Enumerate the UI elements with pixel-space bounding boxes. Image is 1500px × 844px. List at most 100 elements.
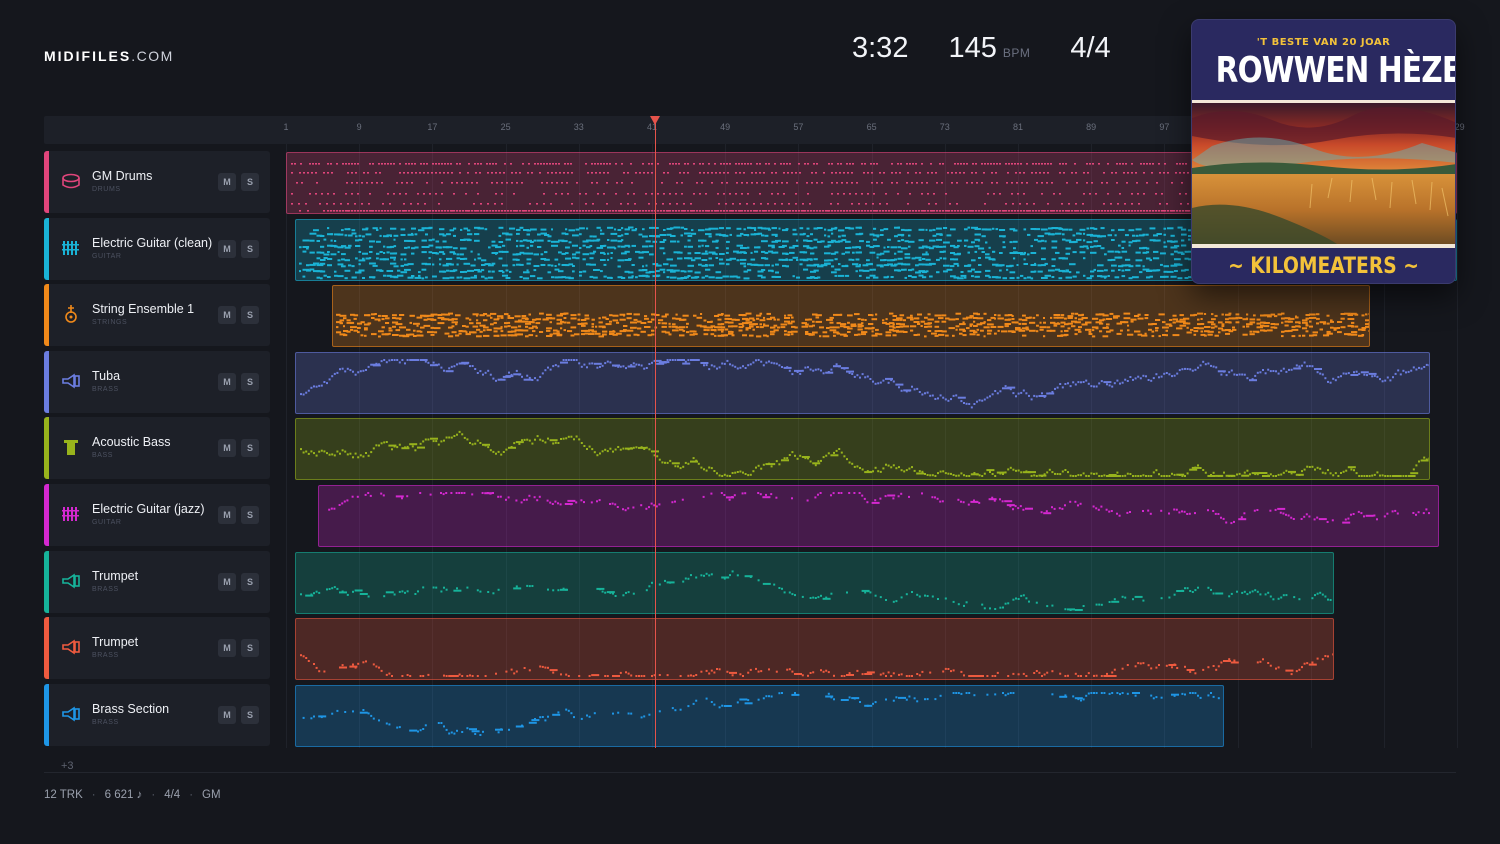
- midi-note: [356, 495, 359, 498]
- midi-note: [913, 470, 916, 473]
- midi-note: [480, 203, 482, 205]
- midi-note: [563, 321, 567, 324]
- midi-note: [920, 325, 923, 328]
- midi-note: [491, 270, 495, 273]
- solo-button[interactable]: S: [241, 506, 259, 524]
- midi-note: [1119, 210, 1122, 212]
- midi-note: [414, 246, 419, 249]
- midi-note: [376, 252, 380, 255]
- midi-note: [1301, 327, 1307, 330]
- midi-note: [380, 359, 383, 362]
- midi-note: [346, 330, 351, 333]
- midi-note: [1105, 326, 1109, 329]
- mute-button[interactable]: M: [218, 439, 236, 458]
- midi-note: [575, 251, 581, 254]
- midi-note: [412, 322, 420, 325]
- midi-note: [432, 238, 435, 241]
- solo-button[interactable]: S: [241, 306, 259, 325]
- track-clip[interactable]: [318, 485, 1439, 547]
- midi-note: [433, 327, 441, 330]
- midi-note: [557, 502, 560, 505]
- midi-note: [986, 319, 992, 322]
- midi-note: [1033, 394, 1036, 397]
- mute-button[interactable]: M: [218, 306, 236, 325]
- midi-note: [1074, 475, 1077, 478]
- track-header[interactable]: GM Drums DRUMS M S: [44, 151, 270, 213]
- midi-note: [1181, 475, 1184, 478]
- midi-note: [1050, 163, 1052, 165]
- midi-note: [773, 463, 776, 466]
- midi-note: [859, 274, 862, 277]
- midi-note: [827, 452, 830, 455]
- midi-note: [635, 172, 637, 174]
- midi-note: [1410, 369, 1413, 372]
- midi-note: [1043, 395, 1046, 398]
- midi-note: [999, 269, 1002, 272]
- track-header[interactable]: Tuba BRASS M S: [44, 350, 270, 413]
- midi-note: [656, 264, 662, 267]
- track-header[interactable]: Electric Guitar (jazz) GUITAR M S: [44, 484, 270, 546]
- midi-note: [703, 326, 707, 329]
- midi-note: [1103, 203, 1105, 205]
- midi-note: [1204, 472, 1207, 475]
- track-clip[interactable]: [295, 418, 1430, 481]
- midi-note: [702, 163, 704, 165]
- midi-note: [1113, 475, 1116, 478]
- midi-note: [476, 371, 479, 374]
- midi-note: [1200, 318, 1203, 321]
- midi-note: [1088, 331, 1092, 334]
- midi-note: [822, 372, 825, 375]
- midi-note: [461, 325, 466, 328]
- track-header[interactable]: Electric Guitar (clean) GUITAR M S: [44, 217, 270, 280]
- midi-note: [1121, 269, 1125, 272]
- midi-note: [825, 455, 828, 458]
- track-clip[interactable]: [331, 285, 1371, 348]
- midi-note: [1329, 472, 1332, 475]
- midi-note: [974, 250, 978, 253]
- mute-button[interactable]: M: [218, 506, 236, 524]
- midi-note: [727, 321, 734, 324]
- midi-note: [369, 239, 376, 242]
- midi-note: [1071, 210, 1074, 212]
- midi-note: [555, 210, 558, 212]
- solo-button[interactable]: S: [241, 372, 259, 391]
- midi-note: [540, 228, 547, 231]
- midi-note: [839, 323, 846, 326]
- midi-note: [1301, 364, 1304, 367]
- midi-note: [861, 193, 863, 195]
- midi-note: [390, 234, 393, 237]
- midi-note: [930, 163, 932, 165]
- midi-note: [687, 358, 690, 361]
- midi-note: [456, 363, 459, 366]
- midi-note: [463, 262, 471, 265]
- midi-note: [594, 210, 597, 212]
- midi-note: [1203, 313, 1206, 316]
- mute-button[interactable]: M: [218, 239, 236, 258]
- midi-note: [559, 321, 564, 324]
- midi-note: [1273, 326, 1278, 329]
- midi-note: [1332, 474, 1335, 477]
- midi-note: [810, 246, 814, 249]
- mute-button[interactable]: M: [218, 173, 236, 191]
- track-header[interactable]: Acoustic Bass BASS M S: [44, 417, 270, 480]
- midi-note: [921, 193, 923, 195]
- solo-button[interactable]: S: [241, 173, 259, 191]
- midi-note: [341, 502, 344, 505]
- mute-button[interactable]: M: [218, 372, 236, 391]
- midi-note: [1030, 398, 1033, 401]
- midi-note: [759, 323, 762, 326]
- solo-button[interactable]: S: [241, 439, 259, 458]
- solo-button[interactable]: S: [241, 239, 259, 258]
- midi-note: [528, 376, 531, 379]
- midi-note: [1025, 326, 1029, 329]
- midi-note: [1423, 456, 1426, 459]
- midi-note: [580, 442, 583, 445]
- midi-note: [365, 452, 368, 455]
- midi-note: [792, 232, 798, 235]
- midi-note: [427, 172, 429, 174]
- track-clip[interactable]: [295, 351, 1430, 414]
- midi-note: [1116, 210, 1119, 212]
- midi-note: [1049, 329, 1056, 332]
- midi-note: [474, 163, 476, 165]
- track-header[interactable]: String Ensemble 1 STRINGS M S: [44, 284, 270, 347]
